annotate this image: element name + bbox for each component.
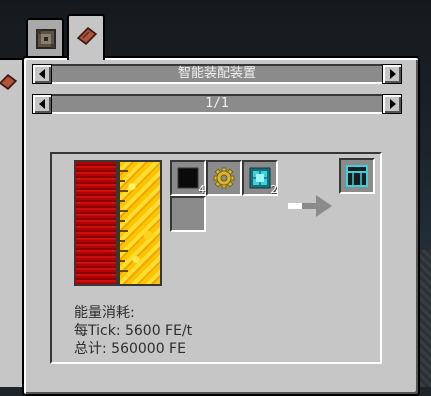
tank-gauge (120, 162, 130, 284)
input-slot-2[interactable] (206, 160, 242, 196)
process-arrow-icon (288, 195, 332, 217)
energy-heading: 能量消耗: (74, 305, 135, 321)
input-slot-1[interactable]: 4 (170, 160, 206, 196)
machine-block-icon (36, 29, 56, 49)
tab-machine[interactable] (26, 18, 64, 56)
tab-recipe-book[interactable] (67, 14, 105, 60)
page-label: 1/1 (205, 96, 229, 111)
redstone-tank[interactable] (74, 160, 118, 286)
side-panel-body (0, 104, 24, 387)
slot-count: 2 (270, 183, 277, 196)
book-icon (76, 27, 98, 45)
energy-total: 总计: 560000 FE (74, 341, 186, 357)
energy-info: 能量消耗: 每Tick: 5600 FE/t 总计: 560000 FE (74, 304, 374, 358)
prev-category-button[interactable] (32, 64, 52, 84)
recipe-display: 4 2 能量消耗: 每Tick: 5600 FE/t 总计: 560000 FE (50, 152, 382, 364)
arrow-right-icon (390, 99, 396, 109)
prev-page-button[interactable] (32, 94, 52, 114)
recipe-category-selector: 智能装配装置 (32, 64, 402, 84)
next-page-button[interactable] (382, 94, 402, 114)
next-category-button[interactable] (382, 64, 402, 84)
gear-icon (213, 167, 235, 189)
black-block-icon (177, 167, 199, 189)
slot-count: 4 (198, 183, 205, 196)
output-slot[interactable] (339, 158, 375, 194)
arrow-left-icon (39, 69, 45, 79)
lava-tank[interactable] (118, 160, 162, 286)
input-slot-4[interactable] (170, 196, 206, 232)
input-slot-3[interactable]: 2 (242, 160, 278, 196)
energy-per-tick: 每Tick: 5600 FE/t (74, 323, 193, 339)
arrow-left-icon (39, 99, 45, 109)
recipe-page-selector: 1/1 (32, 94, 402, 114)
cyan-frame-block-icon (346, 165, 368, 187)
arrow-right-icon (390, 69, 396, 79)
book-icon (0, 74, 18, 90)
category-label: 智能装配装置 (177, 66, 256, 81)
cyan-circuit-icon (249, 167, 271, 189)
